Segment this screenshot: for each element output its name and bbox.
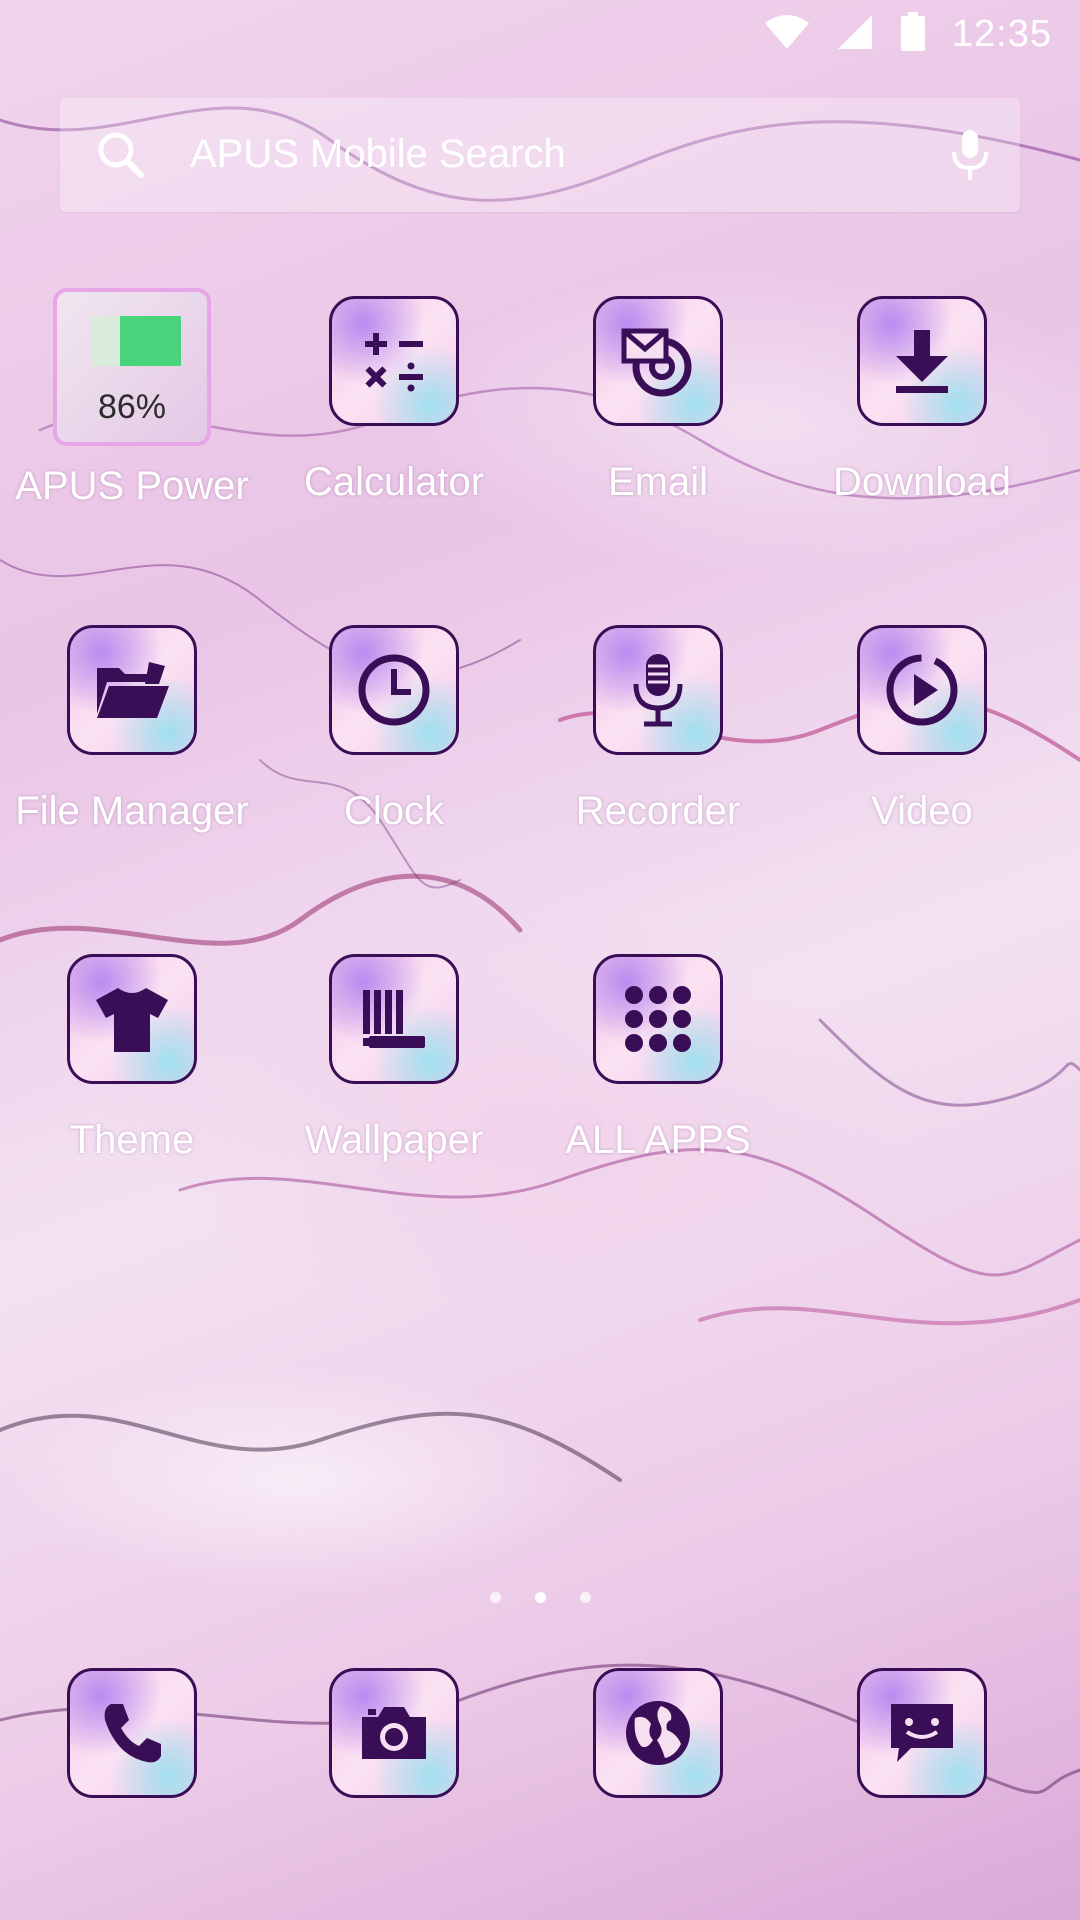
phone-icon[interactable] bbox=[67, 1668, 197, 1798]
dock-browser[interactable] bbox=[526, 1668, 790, 1798]
app-clock[interactable]: Clock bbox=[262, 625, 526, 834]
folder-icon[interactable] bbox=[67, 625, 197, 755]
app-label: Clock bbox=[343, 789, 445, 833]
dock-phone[interactable] bbox=[0, 1668, 264, 1798]
play-icon[interactable] bbox=[857, 625, 987, 755]
search-bar[interactable]: APUS Mobile Search bbox=[60, 98, 1020, 212]
calculator-icon[interactable] bbox=[329, 296, 459, 426]
wifi-icon bbox=[764, 13, 810, 56]
message-icon[interactable] bbox=[857, 1668, 987, 1798]
grid-icon[interactable] bbox=[593, 954, 723, 1084]
download-icon[interactable] bbox=[857, 296, 987, 426]
globe-icon[interactable] bbox=[593, 1668, 723, 1798]
app-label: ALL APPS bbox=[565, 1118, 751, 1162]
signal-icon bbox=[836, 13, 874, 56]
microphone-icon[interactable] bbox=[593, 625, 723, 755]
camera-icon[interactable] bbox=[329, 1668, 459, 1798]
battery-level bbox=[91, 316, 181, 366]
clock-icon[interactable] bbox=[329, 625, 459, 755]
app-calculator[interactable]: Calculator bbox=[262, 296, 526, 505]
app-label: Email bbox=[607, 460, 709, 504]
page-indicator bbox=[0, 1592, 1080, 1603]
page-dot-active[interactable] bbox=[534, 1592, 546, 1603]
app-label: Calculator bbox=[303, 460, 485, 504]
app-download[interactable]: Download bbox=[790, 296, 1054, 505]
app-label: Video bbox=[871, 789, 973, 833]
app-wallpaper[interactable]: Wallpaper bbox=[262, 954, 526, 1163]
app-label: Download bbox=[833, 460, 1011, 504]
tshirt-icon[interactable] bbox=[67, 954, 197, 1084]
search-icon[interactable] bbox=[96, 130, 146, 185]
app-label: Theme bbox=[69, 1118, 195, 1162]
status-time: 12:35 bbox=[951, 13, 1052, 55]
app-apus-power[interactable]: 86% APUS Power bbox=[0, 288, 264, 509]
email-icon[interactable] bbox=[593, 296, 723, 426]
app-file-manager[interactable]: File Manager bbox=[0, 625, 264, 834]
app-recorder[interactable]: Recorder bbox=[526, 625, 790, 834]
page-dot[interactable] bbox=[489, 1592, 501, 1603]
dock-camera[interactable] bbox=[262, 1668, 526, 1798]
app-all-apps[interactable]: ALL APPS bbox=[526, 954, 790, 1163]
status-bar: 12:35 bbox=[0, 0, 1080, 72]
app-label: File Manager bbox=[15, 789, 249, 833]
status-icons: 12:35 bbox=[764, 12, 1052, 57]
battery-icon bbox=[900, 12, 926, 57]
wallpaper-icon[interactable] bbox=[329, 954, 459, 1084]
microphone-icon[interactable] bbox=[950, 128, 990, 187]
app-video[interactable]: Video bbox=[790, 625, 1054, 834]
page-dot[interactable] bbox=[579, 1592, 591, 1603]
app-theme[interactable]: Theme bbox=[0, 954, 264, 1163]
battery-widget-icon[interactable]: 86% bbox=[53, 288, 211, 446]
search-input[interactable]: APUS Mobile Search bbox=[190, 132, 566, 177]
app-label: Recorder bbox=[575, 789, 741, 833]
dock-messages[interactable] bbox=[790, 1668, 1054, 1798]
app-label: Wallpaper bbox=[304, 1118, 484, 1162]
app-email[interactable]: Email bbox=[526, 296, 790, 505]
battery-percent: 86% bbox=[97, 388, 167, 426]
app-label: APUS Power bbox=[15, 464, 249, 508]
